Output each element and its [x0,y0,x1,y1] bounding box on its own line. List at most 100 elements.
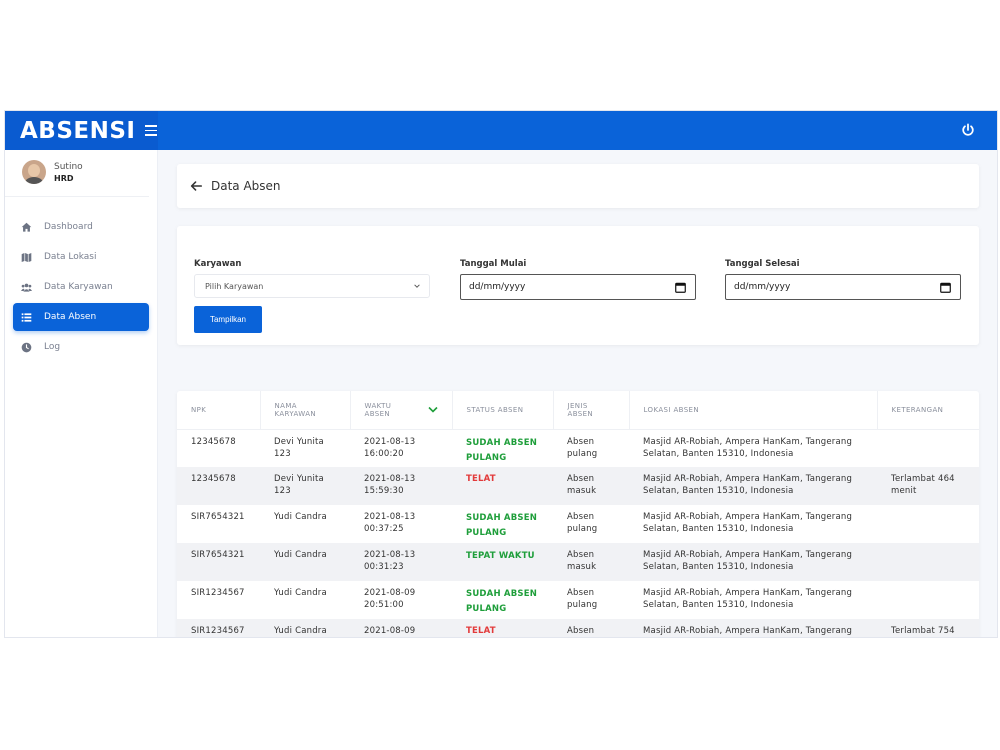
column-header-npk[interactable]: NPK [177,391,261,430]
table-row[interactable]: SIR1234567 Yudi Candra 2021-08-09 TELAT Abse… [177,619,979,637]
cell-jenis: Absen pulang [567,436,598,459]
sidebar-item-dashboard[interactable]: Dashboard [13,213,149,241]
table-row[interactable]: SIR7654321 Yudi Candra 2021-08-13 00:37:25 S… [177,505,979,543]
status-badge: TELAT [452,467,553,505]
status-badge: TEPAT WAKTU [452,543,553,581]
status-badge: TELAT [452,619,553,637]
cell-npk: SIR1234567 [191,588,245,598]
end-date-input[interactable]: dd/mm/yyyy [725,274,961,300]
cell-nama: Yudi Candra [274,512,327,522]
cell-waktu: 2021-08-13 00:31:23 [350,543,452,581]
status-badge: SUDAH ABSEN PULANG [466,437,538,463]
attendance-table: NPK NAMA KARYAWAN WAKTU ABSEN STATUS ABSEN… [177,391,979,637]
sidebar-item-data-absen[interactable]: Data Absen [13,303,149,331]
top-navbar: ABSENSI [5,111,997,150]
employee-select[interactable]: Pilih Karyawan [194,274,430,298]
cell-jenis: Absen masuk [553,467,629,505]
cell-jenis: Absen masuk [553,543,629,581]
cell-lokasi: Masjid AR-Robiah, Ampera HanKam, Tangera… [643,436,853,459]
employee-select-value: Pilih Karyawan [205,281,264,291]
column-header-jenis-absen[interactable]: JENIS ABSEN [553,391,630,430]
cell-lokasi: Masjid AR-Robiah, Ampera HanKam, Tangera… [643,588,853,610]
employee-label: Karyawan [194,259,242,269]
cell-npk: 12345678 [191,436,236,447]
user-profile: Sutino HRD [5,150,149,197]
sidebar-item-label: Data Karyawan [44,282,113,292]
page-header-card: Data Absen [177,164,979,208]
filter-card: Karyawan Pilih Karyawan Tanggal Mulai dd… [177,226,979,345]
list-icon [21,312,32,322]
cell-waktu: 2021-08-09 [350,619,452,637]
cell-jenis: Absen [553,619,629,637]
status-badge: SUDAH ABSEN PULANG [466,513,538,538]
user-role: HRD [54,173,74,183]
cell-npk: 12345678 [177,467,260,505]
column-header-nama-karyawan[interactable]: NAMA KARYAWAN [260,391,351,430]
table-row[interactable]: SIR1234567 Yudi Candra 2021-08-09 20:51:00 S… [177,581,979,619]
start-date-label: Tanggal Mulai [460,259,527,269]
sidebar-item-data-lokasi[interactable]: Data Lokasi [13,243,149,271]
cell-jenis: Absen pulang [567,512,598,534]
users-icon [21,283,32,292]
calendar-icon[interactable] [675,282,686,293]
start-date-value: dd/mm/yyyy [469,282,526,292]
brand-text: ABSENSI [20,117,136,144]
cell-nama: Devi Yunita 123 [274,436,324,459]
cell-npk: SIR7654321 [177,543,260,581]
chevron-down-icon [414,284,420,288]
sidebar-nav: Dashboard Data Lokasi Data Karyawan Data… [5,213,157,361]
hamburger-menu-icon[interactable] [145,125,158,136]
clock-icon [21,342,32,352]
status-badge: SUDAH ABSEN PULANG [466,589,538,614]
end-date-label: Tanggal Selesai [725,259,800,269]
cell-nama: Yudi Candra [260,619,350,637]
column-header-waktu-absen[interactable]: WAKTU ABSEN [350,391,453,430]
cell-keterangan: Terlambat 464 menit [877,467,979,505]
power-icon[interactable] [961,123,975,137]
attendance-table-card: NPK NAMA KARYAWAN WAKTU ABSEN STATUS ABSEN… [177,391,979,637]
sidebar-item-label: Dashboard [44,222,93,232]
sidebar-item-data-karyawan[interactable]: Data Karyawan [13,273,149,301]
column-header-status-absen[interactable]: STATUS ABSEN [452,391,554,430]
sidebar-item-label: Log [44,342,61,352]
sidebar-item-label: Data Absen [44,312,97,322]
start-date-input[interactable]: dd/mm/yyyy [460,274,696,300]
cell-waktu: 2021-08-09 20:51:00 [364,588,416,610]
cell-npk: SIR1234567 [177,619,260,637]
cell-lokasi: Masjid AR-Robiah, Ampera HanKam, Tangera… [629,543,877,581]
cell-waktu: 2021-08-13 16:00:20 [364,436,416,459]
home-icon [21,222,32,232]
column-header-keterangan[interactable]: KETERANGAN [877,391,979,430]
cell-lokasi: Masjid AR-Robiah, Ampera HanKam, Tangera… [629,619,877,637]
column-header-lokasi-absen[interactable]: LOKASI ABSEN [629,391,878,430]
cell-keterangan [877,581,979,619]
cell-lokasi: Masjid AR-Robiah, Ampera HanKam, Tangera… [643,512,853,534]
sidebar: Sutino HRD Dashboard Data Lokasi Data Ka… [5,150,158,637]
table-row[interactable]: 12345678 Devi Yunita 123 2021-08-13 15:59:30… [177,467,979,505]
cell-keterangan [877,543,979,581]
back-arrow-icon[interactable] [189,179,203,193]
app-window: ABSENSI Sutino HRD Dashboard Data Lokasi [4,110,998,638]
calendar-icon[interactable] [940,282,951,293]
page-title: Data Absen [211,179,281,193]
table-row[interactable]: SIR7654321 Yudi Candra 2021-08-13 00:31:23 T… [177,543,979,581]
brand-logo: ABSENSI [5,111,158,150]
table-row[interactable]: 12345678 Devi Yunita 123 2021-08-13 16:00:20… [177,429,979,467]
sidebar-item-label: Data Lokasi [44,252,97,262]
cell-keterangan: Terlambat 754 [877,619,979,637]
user-name: Sutino [54,161,83,172]
cell-lokasi: Masjid AR-Robiah, Ampera HanKam, Tangera… [629,467,877,505]
sort-chevron-down-icon[interactable] [427,406,438,414]
sidebar-item-log[interactable]: Log [13,333,149,361]
cell-nama: Yudi Candra [274,588,327,598]
end-date-value: dd/mm/yyyy [734,282,791,292]
avatar [22,160,46,184]
show-button[interactable]: Tampilkan [194,306,262,333]
cell-keterangan [877,429,979,467]
cell-nama: Yudi Candra [260,543,350,581]
cell-keterangan [877,505,979,543]
cell-waktu: 2021-08-13 00:37:25 [364,512,416,534]
cell-waktu: 2021-08-13 15:59:30 [350,467,452,505]
map-icon [21,252,32,262]
cell-jenis: Absen pulang [567,588,598,610]
